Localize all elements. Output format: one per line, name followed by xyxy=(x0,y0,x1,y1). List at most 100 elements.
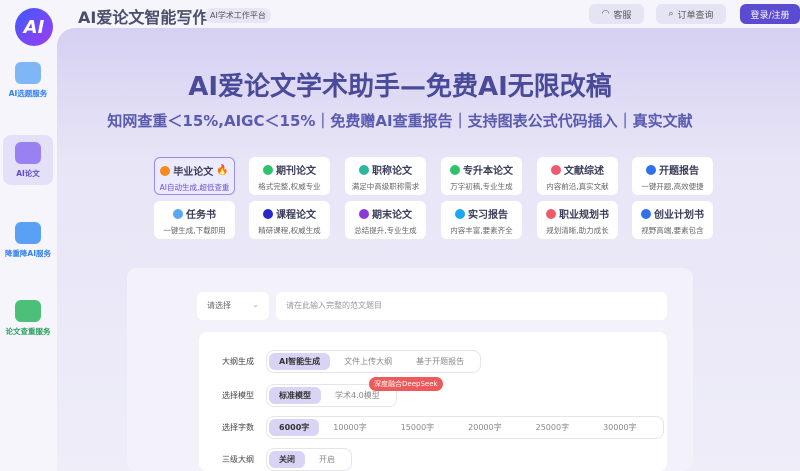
paper-type-card[interactable]: 专升本论文万字初稿,专业生成 xyxy=(441,157,522,195)
headset-icon: ◠ xyxy=(601,9,610,19)
card-title: 职称论文 xyxy=(372,166,412,177)
paper-type-card[interactable]: 创业计划书视野高端,要素包含 xyxy=(632,201,713,239)
row-label: 三级大纲 xyxy=(222,455,254,464)
paper-type-card[interactable]: 毕业论文 🔥 AI自动生成,超低查重 xyxy=(154,157,235,195)
card-title-row: 开题报告 xyxy=(632,162,713,177)
doc-icon xyxy=(551,164,561,175)
doc-icon xyxy=(359,164,369,175)
card-desc: 万字初稿,专业生成 xyxy=(450,182,513,191)
card-title-row: 创业计划书 xyxy=(632,206,713,221)
logo: AI xyxy=(15,8,53,46)
doc-icon xyxy=(641,208,651,219)
sidebar-item-paper[interactable]: AI论文 xyxy=(3,135,53,185)
paper-type-card[interactable]: 职业规划书规划清晰,助力成长 xyxy=(537,201,618,239)
card-desc: 视野高端,要素包含 xyxy=(641,226,704,235)
magnifier-icon xyxy=(15,299,41,322)
option-button[interactable]: AI智能生成 xyxy=(269,353,331,370)
card-title: 文献综述 xyxy=(564,166,604,177)
doc-icon xyxy=(173,208,183,219)
pencil-icon xyxy=(15,141,41,164)
segmented-control: 关闭 开启 xyxy=(266,448,352,471)
card-title-row: 毕业论文 🔥 xyxy=(155,163,234,178)
select-label: 请选择 xyxy=(207,301,231,310)
card-desc: 一键开题,高效便捷 xyxy=(641,182,704,191)
row-label: 大纲生成 xyxy=(222,357,254,366)
card-desc: 内容前沿,真实文献 xyxy=(546,182,609,191)
option-row: 三级大纲 关闭 开启 xyxy=(222,448,352,471)
card-title: 开题报告 xyxy=(659,166,699,177)
deepseek-badge: 深度融合DeepSeek xyxy=(369,377,443,391)
login-button[interactable]: 登录/注册 xyxy=(740,4,800,24)
sidebar-label: 论文查重服务 xyxy=(5,326,51,336)
card-title-row: 实习报告 xyxy=(441,206,522,221)
paper-type-card[interactable]: 期末论文总结提升,专业生成 xyxy=(345,201,426,239)
card-title: 实习报告 xyxy=(468,210,508,221)
card-title: 期末论文 xyxy=(372,210,412,221)
card-title: 期刊论文 xyxy=(276,166,316,177)
paper-type-card[interactable]: 期刊论文格式完整,权威专业 xyxy=(249,157,330,195)
card-title-row: 课程论文 xyxy=(249,206,330,221)
card-title: 毕业论文 xyxy=(173,167,214,178)
paper-type-card[interactable]: 任务书一键生成,下载即用 xyxy=(154,201,235,239)
orders-label: 订单查询 xyxy=(677,10,714,21)
segmented-control: 6000字 10000字 15000字 20000字 25000字 30000字 xyxy=(266,416,664,439)
card-title: 创业计划书 xyxy=(654,210,704,221)
orders-button[interactable]: ⌕ 订单查询 xyxy=(656,4,726,24)
doc-icon xyxy=(546,208,556,219)
doc-icon xyxy=(359,208,369,219)
option-button[interactable]: 25000字 xyxy=(526,419,579,436)
card-desc: 精研课程,权威生成 xyxy=(258,226,321,235)
option-button[interactable]: 开启 xyxy=(309,451,345,468)
card-title: 课程论文 xyxy=(276,210,316,221)
doc-icon xyxy=(646,164,656,175)
row-label: 选择字数 xyxy=(222,423,254,432)
card-title-row: 职称论文 xyxy=(345,162,426,177)
option-button[interactable]: 10000字 xyxy=(323,419,376,436)
card-title-row: 任务书 xyxy=(154,206,235,221)
paper-type-card[interactable]: 文献综述内容前沿,真实文献 xyxy=(537,157,618,195)
option-button[interactable]: 基于开题报告 xyxy=(406,353,474,370)
row-label: 选择模型 xyxy=(222,391,254,400)
option-button[interactable]: 20000字 xyxy=(458,419,511,436)
paper-type-card[interactable]: 实习报告 内容丰富,要素齐全 xyxy=(441,201,522,239)
paper-type-card[interactable]: 课程论文精研课程,权威生成 xyxy=(249,201,330,239)
type-select[interactable]: 请选择 ⌄ xyxy=(197,292,269,320)
segmented-control: AI智能生成 文件上传大纲 基于开题报告 xyxy=(266,350,482,373)
option-button[interactable]: 文件上传大纲 xyxy=(334,353,402,370)
paper-type-card[interactable]: 职称论文满足中高级职称需求 xyxy=(345,157,426,195)
option-button[interactable]: 标准模型 xyxy=(269,387,321,404)
card-title-row: 期刊论文 xyxy=(249,162,330,177)
option-button[interactable]: 30000字 xyxy=(593,419,646,436)
card-desc: 满足中高级职称需求 xyxy=(351,182,420,191)
paper-type-card[interactable]: 开题报告一键开题,高效便捷 xyxy=(632,157,713,195)
card-desc: 规划清晰,助力成长 xyxy=(546,226,609,235)
card-title-row: 期末论文 xyxy=(345,206,426,221)
service-button[interactable]: ◠ 客服 xyxy=(589,4,644,24)
chevron-down-icon: ⌄ xyxy=(252,300,259,309)
doc-icon xyxy=(450,164,460,175)
search-icon: ⌕ xyxy=(668,9,674,19)
platform-badge: AI学术工作平台 xyxy=(205,8,271,23)
download-mail-icon xyxy=(15,221,41,244)
option-row: 大纲生成 AI智能生成 文件上传大纲 基于开题报告 xyxy=(222,350,482,373)
hero-subtitle: 知网查重＜15%,AIGC＜15%｜免费赠AI查重报告｜支持图表公式代码插入｜真… xyxy=(107,112,693,130)
title-input[interactable]: 请在此输入完整的范文题目 xyxy=(276,292,667,320)
sidebar-item-check[interactable]: 论文查重服务 xyxy=(3,293,53,343)
card-desc: 格式完整,权威专业 xyxy=(258,182,321,191)
login-label: 登录/注册 xyxy=(750,10,790,21)
fire-icon: 🔥 xyxy=(216,165,229,176)
card-title: 职业规划书 xyxy=(559,210,609,221)
option-button[interactable]: 关闭 xyxy=(269,451,305,468)
app-title: AI爱论文智能写作 xyxy=(78,8,209,27)
doc-icon xyxy=(160,165,171,176)
sidebar-label: AI论文 xyxy=(16,168,40,178)
sidebar-item-reduce[interactable]: 降重降AI服务 xyxy=(3,215,53,265)
card-desc: 一键生成,下载即用 xyxy=(163,226,226,235)
card-title-row: 专升本论文 xyxy=(441,162,522,177)
option-button[interactable]: 15000字 xyxy=(391,419,444,436)
card-desc: 总结提升,专业生成 xyxy=(354,226,417,235)
hero-title: AI爱论文学术助手—免费AI无限改稿 xyxy=(188,72,612,102)
card-desc: AI自动生成,超低查重 xyxy=(159,183,230,192)
option-button[interactable]: 6000字 xyxy=(269,419,320,436)
card-title-row: 职业规划书 xyxy=(537,206,618,221)
